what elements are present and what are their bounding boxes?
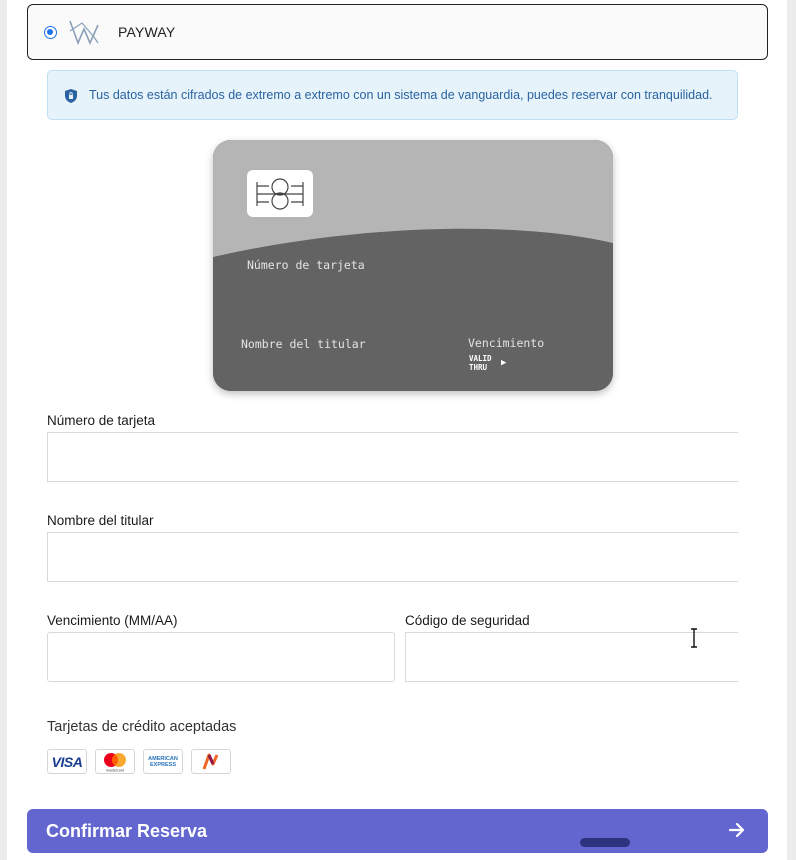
card-chip-icon bbox=[247, 170, 313, 217]
holder-name-input[interactable] bbox=[47, 532, 738, 582]
expiry-label: Vencimiento (MM/AA) bbox=[47, 613, 178, 628]
confirm-reservation-label: Confirmar Reserva bbox=[46, 821, 208, 841]
payway-label: PAYWAY bbox=[118, 24, 176, 40]
shield-icon bbox=[65, 89, 77, 103]
payway-radio[interactable] bbox=[44, 26, 57, 39]
accepted-cards-list: VISA mastercard AMERICAN EXPRESS bbox=[47, 749, 231, 774]
card-holder-preview: Nombre del titular bbox=[241, 337, 366, 351]
card-number-label: Número de tarjeta bbox=[47, 413, 156, 428]
naranja-logo-icon bbox=[191, 749, 231, 774]
text-cursor-icon bbox=[691, 628, 697, 648]
card-number-preview: Número de tarjeta bbox=[247, 258, 365, 272]
confirm-reservation-button[interactable]: Confirmar Reserva bbox=[27, 809, 768, 853]
amex-logo-icon: AMERICAN EXPRESS bbox=[143, 749, 183, 774]
holder-name-label: Nombre del titular bbox=[47, 513, 154, 528]
security-notice: Tus datos están cifrados de extremo a ex… bbox=[47, 70, 738, 120]
security-notice-text: Tus datos están cifrados de extremo a ex… bbox=[89, 88, 713, 102]
svg-text:mastercard: mastercard bbox=[106, 768, 124, 772]
card-preview: Número de tarjeta Nombre del titular Ven… bbox=[213, 140, 613, 391]
payway-logo-icon bbox=[69, 20, 99, 46]
drag-handle bbox=[580, 838, 630, 847]
card-expiry-preview: Vencimiento bbox=[468, 336, 545, 350]
expiry-input[interactable] bbox=[47, 632, 395, 682]
valid-thru-arrow-icon: ▶ bbox=[501, 358, 507, 368]
card-number-input[interactable] bbox=[47, 432, 738, 482]
accepted-cards-title: Tarjetas de crédito aceptadas bbox=[47, 719, 237, 735]
visa-logo-icon: VISA bbox=[47, 749, 87, 774]
valid-thru-label: VALID THRU bbox=[469, 354, 492, 372]
mastercard-logo-icon: mastercard bbox=[95, 749, 135, 774]
cvv-label: Código de seguridad bbox=[405, 613, 530, 628]
payment-method-payway[interactable]: PAYWAY bbox=[27, 4, 768, 60]
arrow-right-icon bbox=[728, 822, 745, 838]
